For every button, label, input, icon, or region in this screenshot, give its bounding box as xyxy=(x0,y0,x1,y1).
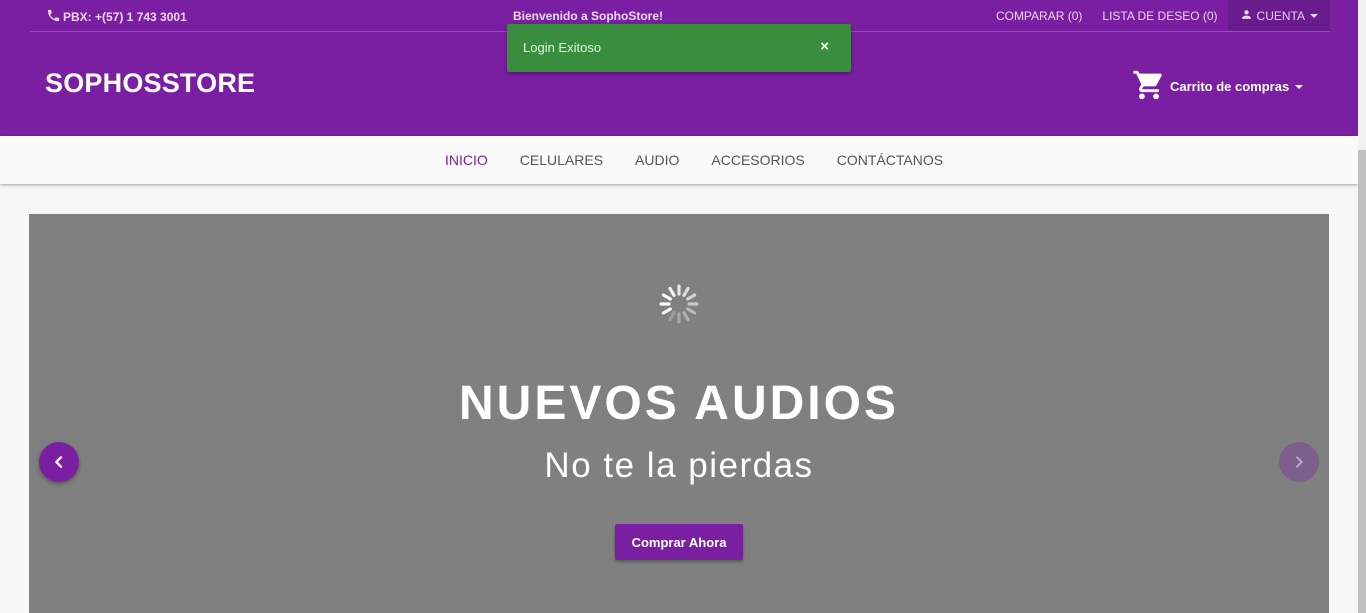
login-success-toast: Login Exitoso × xyxy=(507,24,851,72)
wishlist-link[interactable]: LISTA DE DESEO (0) xyxy=(1092,0,1227,31)
welcome-text: Bienvenido a SophoStore! xyxy=(513,9,664,23)
hero-subtitle: No te la pierdas xyxy=(544,446,814,485)
chevron-left-icon xyxy=(55,456,63,468)
main-nav: INICIO CELULARES AUDIO ACCESORIOS CONTÁC… xyxy=(0,136,1358,184)
nav-item-accesorios[interactable]: ACCESORIOS xyxy=(695,152,820,168)
chevron-right-icon xyxy=(1296,456,1303,468)
nav-item-audio[interactable]: AUDIO xyxy=(619,152,695,168)
compare-link[interactable]: COMPARAR (0) xyxy=(986,0,1092,31)
phone-icon xyxy=(46,8,63,26)
account-dropdown[interactable]: CUENTA xyxy=(1227,0,1330,31)
toast-message: Login Exitoso xyxy=(523,40,602,55)
nav-item-inicio[interactable]: INICIO xyxy=(429,152,504,168)
nav-item-contactanos[interactable]: CONTÁCTANOS xyxy=(821,152,959,168)
site-logo[interactable]: SOPHOSSTORE xyxy=(45,68,255,99)
caret-down-icon xyxy=(1295,84,1304,89)
cart-dropdown[interactable]: Carrito de compras xyxy=(1132,68,1304,105)
loading-spinner-icon xyxy=(659,284,699,324)
carousel-prev-button[interactable] xyxy=(39,442,79,482)
cart-label: Carrito de compras xyxy=(1170,79,1290,94)
shopping-cart-icon xyxy=(1132,68,1170,105)
page-scrollbar[interactable] xyxy=(1358,0,1366,613)
account-label: CUENTA xyxy=(1256,8,1305,23)
caret-down-icon xyxy=(1310,13,1318,18)
carousel-next-button[interactable] xyxy=(1279,442,1319,482)
hero-carousel: NUEVOS AUDIOS No te la pierdas Comprar A… xyxy=(29,214,1329,613)
phone-info: PBX: +(57) 1 743 3001 xyxy=(46,8,187,26)
hero-title: NUEVOS AUDIOS xyxy=(459,377,899,430)
person-icon xyxy=(1240,8,1257,24)
top-links: COMPARAR (0) LISTA DE DESEO (0) CUENTA xyxy=(986,0,1330,31)
scrollbar-thumb[interactable] xyxy=(1358,150,1366,613)
buy-now-button[interactable]: Comprar Ahora xyxy=(615,524,743,560)
phone-number: PBX: +(57) 1 743 3001 xyxy=(63,10,187,24)
toast-close-button[interactable]: × xyxy=(820,38,829,55)
nav-item-celulares[interactable]: CELULARES xyxy=(504,152,619,168)
